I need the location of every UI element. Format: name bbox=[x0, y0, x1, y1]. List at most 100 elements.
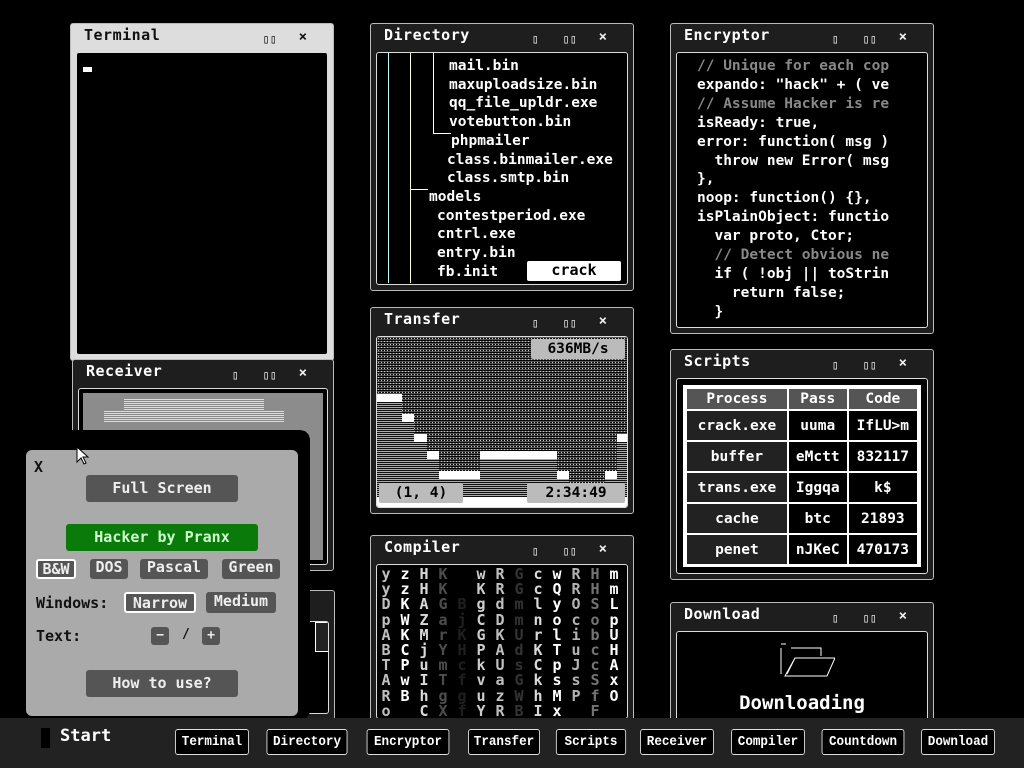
settings-panel: X Full Screen Hacker by Pranx B&W DOS Pasc… bbox=[26, 450, 298, 716]
taskbar-item[interactable]: Download bbox=[921, 729, 995, 755]
brand-link[interactable]: Hacker by Pranx bbox=[66, 524, 258, 551]
encryptor-titlebar[interactable]: Encryptor ▯ ▯▯ × bbox=[671, 24, 933, 52]
close-button[interactable]: × bbox=[599, 29, 607, 45]
tree-line bbox=[410, 53, 411, 283]
maximize-button[interactable]: ▯▯ bbox=[563, 32, 577, 46]
close-button[interactable]: × bbox=[299, 365, 307, 381]
table-cell: cache bbox=[685, 502, 789, 535]
taskbar-item[interactable]: Directory bbox=[266, 729, 348, 755]
directory-item[interactable]: models bbox=[429, 188, 481, 207]
code-comment: // Unique for each cop bbox=[697, 58, 890, 74]
table-row: trans.exe Iggqa k$ bbox=[685, 471, 920, 504]
minimize-button[interactable]: ▯ bbox=[232, 368, 239, 382]
maximize-button[interactable]: ▯▯ bbox=[863, 358, 877, 372]
window-title: Receiver bbox=[86, 362, 163, 380]
tree-line bbox=[388, 53, 389, 283]
table-cell: k$ bbox=[846, 471, 920, 504]
close-button[interactable]: × bbox=[599, 541, 607, 557]
taskbar-item[interactable]: Compiler bbox=[731, 729, 805, 755]
minimize-button[interactable]: ▯ bbox=[832, 32, 839, 46]
table-cell: 832117 bbox=[846, 440, 920, 473]
code-column: m m L p U H A x O bbox=[609, 565, 619, 705]
text-decrease-button[interactable]: − bbox=[151, 627, 169, 645]
transfer-window[interactable]: Transfer ▯ ▯▯ × 636MB/s (1, 4) 2:34:49 bbox=[370, 307, 634, 514]
maximize-button[interactable]: ▯▯ bbox=[563, 544, 577, 558]
directory-item[interactable]: contestperiod.exe bbox=[437, 207, 585, 226]
start-indicator bbox=[41, 728, 50, 748]
scripts-window[interactable]: Scripts ▯ ▯▯ × Process Pass Code crack.e… bbox=[670, 349, 934, 580]
compiler-matrix: y y D p A B T A R o z z K W K C P w B H H … bbox=[376, 564, 628, 719]
directory-item[interactable]: votebutton.bin bbox=[449, 113, 571, 132]
directory-item[interactable]: phpmailer bbox=[451, 132, 530, 151]
code-column: R R d D K A U a z R bbox=[495, 565, 505, 719]
how-to-use-button[interactable]: How to use? bbox=[86, 670, 238, 697]
close-button[interactable]: × bbox=[899, 355, 907, 371]
code-line: isPlainObject: functio bbox=[697, 209, 890, 226]
transfer-graph: 636MB/s (1, 4) 2:34:49 bbox=[376, 336, 628, 508]
window-size-button[interactable]: Narrow bbox=[124, 592, 196, 613]
download-titlebar[interactable]: Download ▯ ▯▯ × bbox=[671, 603, 933, 631]
minimize-button[interactable]: ▯ bbox=[532, 32, 539, 46]
scripts-titlebar[interactable]: Scripts ▯ ▯▯ × bbox=[671, 350, 933, 378]
start-button[interactable]: Start bbox=[60, 726, 111, 746]
theme-button[interactable]: Green bbox=[222, 559, 280, 579]
maximize-button[interactable]: ▯▯ bbox=[263, 368, 277, 382]
terminal-console[interactable] bbox=[76, 52, 328, 355]
code-column: B j K H c f g f bbox=[457, 595, 467, 719]
full-screen-button[interactable]: Full Screen bbox=[86, 475, 238, 502]
close-button[interactable]: × bbox=[599, 313, 607, 329]
directory-item[interactable]: class.binmailer.exe bbox=[447, 151, 613, 170]
taskbar-item[interactable]: Transfer bbox=[468, 729, 540, 755]
taskbar-item[interactable]: Receiver bbox=[640, 729, 714, 755]
receiver-titlebar[interactable]: Receiver ▯ ▯▯ × bbox=[73, 360, 333, 388]
terminal-titlebar[interactable]: Terminal ▯▯ × bbox=[71, 24, 333, 52]
table-cell: 470173 bbox=[846, 533, 920, 566]
table-cell: Iggqa bbox=[786, 471, 849, 504]
transfer-titlebar[interactable]: Transfer ▯ ▯▯ × bbox=[371, 308, 633, 336]
directory-titlebar[interactable]: Directory ▯ ▯▯ × bbox=[371, 24, 633, 52]
close-button[interactable]: × bbox=[899, 608, 907, 624]
directory-item[interactable]: cntrl.exe bbox=[437, 225, 516, 244]
taskbar-item[interactable]: Encryptor bbox=[366, 729, 450, 755]
minimize-button[interactable]: ▯ bbox=[832, 611, 839, 625]
close-button[interactable]: × bbox=[299, 29, 307, 45]
taskbar-item[interactable]: Scripts bbox=[555, 729, 627, 755]
theme-button[interactable]: B&W bbox=[36, 559, 76, 579]
maximize-button[interactable]: ▯▯ bbox=[863, 32, 877, 46]
code-line: if ( !obj || toStrin bbox=[697, 265, 890, 282]
code-line: isReady: true, bbox=[697, 114, 820, 131]
theme-button[interactable]: Pascal bbox=[140, 559, 208, 579]
download-window[interactable]: Download ▯ ▯▯ × Downloading bbox=[670, 602, 934, 727]
crack-button[interactable]: crack bbox=[527, 261, 621, 281]
directory-item[interactable]: class.smtp.bin bbox=[447, 169, 569, 188]
minimize-button[interactable]: ▯ bbox=[532, 316, 539, 330]
directory-item[interactable]: qq_file_upldr.exe bbox=[449, 94, 597, 113]
minimize-button[interactable]: ▯ bbox=[532, 544, 539, 558]
code-column: y y D p A B T A R o bbox=[381, 565, 391, 719]
compiler-window[interactable]: Compiler ▯ ▯▯ × y y D p A B T A R o z z K… bbox=[370, 535, 634, 725]
directory-window[interactable]: Directory ▯ ▯▯ × mail.bin maxuploadsize.b… bbox=[370, 23, 634, 291]
window-title: Encryptor bbox=[684, 26, 770, 44]
table-cell: trans.exe bbox=[685, 471, 789, 504]
directory-item[interactable]: maxuploadsize.bin bbox=[449, 76, 597, 95]
directory-item[interactable]: entry.bin bbox=[437, 244, 516, 263]
window-size-button[interactable]: Medium bbox=[206, 592, 276, 613]
terminal-window[interactable]: Terminal ▯▯ × bbox=[70, 23, 334, 361]
taskbar-item[interactable]: Terminal bbox=[175, 729, 249, 755]
text-cursor bbox=[83, 67, 92, 72]
code-line: expando: "hack" + ( ve bbox=[697, 76, 890, 93]
encryptor-window[interactable]: Encryptor ▯ ▯▯ × // Unique for each cop e… bbox=[670, 23, 934, 334]
directory-item[interactable]: fb.init bbox=[437, 263, 498, 282]
theme-button[interactable]: DOS bbox=[90, 559, 128, 579]
close-settings-button[interactable]: X bbox=[34, 458, 43, 476]
maximize-button[interactable]: ▯▯ bbox=[863, 611, 877, 625]
taskbar-item[interactable]: Countdown bbox=[821, 729, 905, 755]
maximize-button[interactable]: ▯▯ bbox=[263, 32, 277, 46]
compiler-titlebar[interactable]: Compiler ▯ ▯▯ × bbox=[371, 536, 633, 564]
directory-item[interactable]: mail.bin bbox=[449, 57, 519, 76]
text-increase-button[interactable]: + bbox=[202, 627, 220, 645]
close-button[interactable]: × bbox=[899, 29, 907, 45]
window-title: Compiler bbox=[384, 538, 461, 556]
maximize-button[interactable]: ▯▯ bbox=[563, 316, 577, 330]
minimize-button[interactable]: ▯ bbox=[832, 358, 839, 372]
